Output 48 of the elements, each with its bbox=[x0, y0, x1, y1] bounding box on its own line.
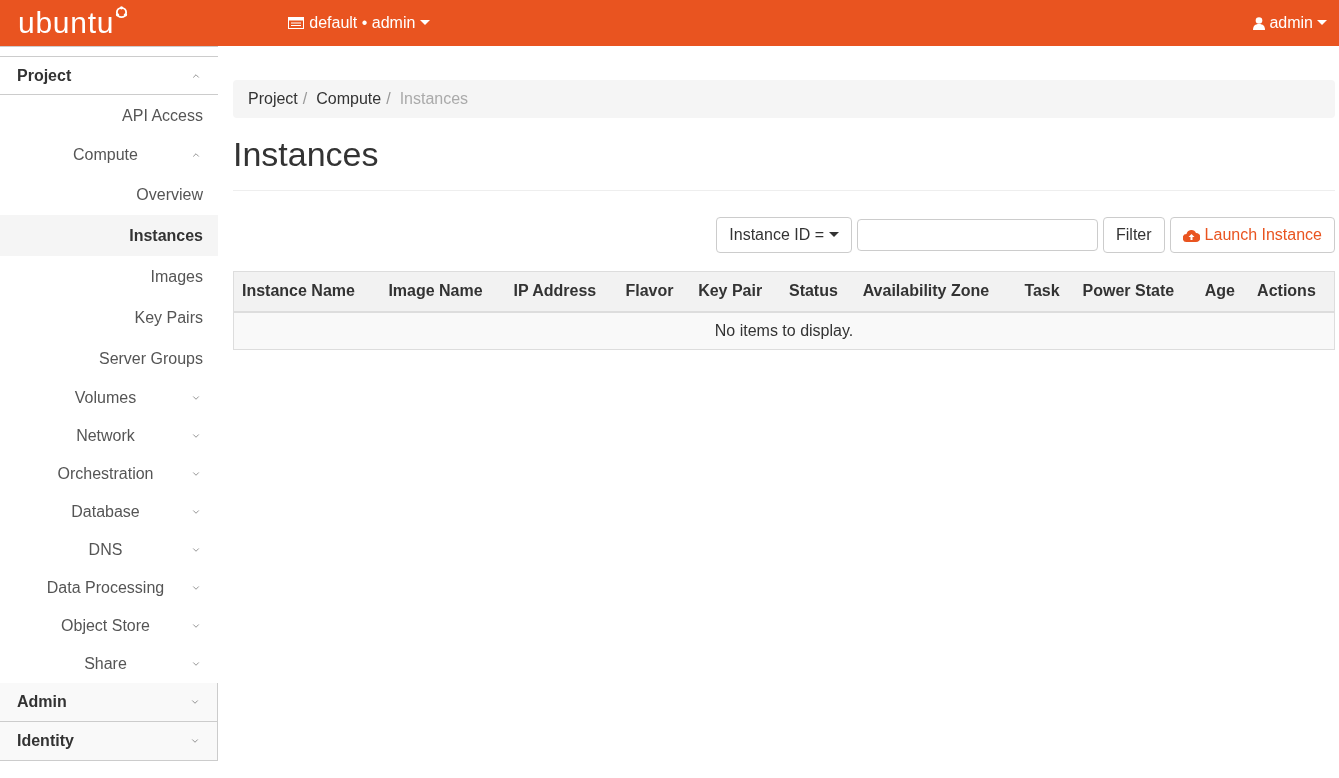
column-header[interactable]: Image Name bbox=[380, 271, 506, 312]
ubuntu-logo[interactable]: ubuntu bbox=[18, 8, 129, 38]
empty-message: No items to display. bbox=[714, 321, 854, 339]
caret-icon bbox=[1317, 20, 1327, 26]
column-header[interactable]: Availability Zone bbox=[854, 271, 1017, 312]
cloud-upload-icon bbox=[1182, 228, 1200, 242]
sidebar-link[interactable]: Key Pairs bbox=[0, 297, 218, 338]
filter-button[interactable]: Filter bbox=[1103, 217, 1165, 253]
sidebar-section-header[interactable]: Identity bbox=[0, 722, 218, 761]
breadcrumb-link[interactable]: Compute bbox=[312, 87, 382, 111]
sidebar-group[interactable]: Database bbox=[0, 493, 218, 531]
column-header[interactable]: Key Pair bbox=[690, 271, 781, 312]
column-header[interactable]: Instance Name bbox=[233, 271, 381, 312]
launch-instance-button[interactable]: Launch Instance bbox=[1169, 217, 1335, 253]
column-header[interactable]: Flavor bbox=[617, 271, 691, 312]
sidebar-section-header[interactable]: Admin bbox=[0, 683, 218, 722]
sidebar-group[interactable]: Orchestration bbox=[0, 455, 218, 493]
list-icon bbox=[288, 17, 305, 29]
filter-field-dropdown[interactable]: Instance ID = bbox=[716, 217, 852, 253]
sidebar-link[interactable]: Instances bbox=[0, 215, 218, 256]
user-icon bbox=[1253, 16, 1266, 30]
caret-icon bbox=[420, 20, 431, 26]
project-menu[interactable]: default • admin bbox=[288, 11, 431, 35]
column-header[interactable]: Age bbox=[1196, 271, 1250, 312]
sidebar-link[interactable]: API Access bbox=[0, 95, 218, 136]
sidebar-group[interactable]: Network bbox=[0, 417, 218, 455]
sidebar-group[interactable]: Compute bbox=[0, 136, 218, 174]
breadcrumb-link[interactable]: Project bbox=[248, 87, 298, 111]
sidebar-section-header[interactable]: Project bbox=[0, 56, 218, 95]
sidebar-link[interactable]: Images bbox=[0, 256, 218, 297]
sidebar-group[interactable]: Data Processing bbox=[0, 569, 218, 607]
sidebar-link[interactable]: Overview bbox=[0, 174, 218, 215]
column-header[interactable]: Task bbox=[1016, 271, 1075, 312]
sidebar-group[interactable]: DNS bbox=[0, 531, 218, 569]
caret-icon bbox=[829, 232, 839, 238]
sidebar-group[interactable]: Volumes bbox=[0, 379, 218, 417]
column-header[interactable]: Actions bbox=[1249, 271, 1335, 312]
sidebar-link[interactable]: Server Groups bbox=[0, 338, 218, 379]
column-header[interactable]: IP Address bbox=[505, 271, 618, 312]
sidebar-group[interactable]: Share bbox=[0, 645, 218, 683]
sidebar-group[interactable]: Object Store bbox=[0, 607, 218, 645]
column-header[interactable]: Status bbox=[780, 271, 855, 312]
page-title: Instances bbox=[233, 134, 380, 174]
user-menu[interactable]: admin bbox=[1253, 11, 1327, 35]
breadcrumb-separator: / bbox=[301, 89, 309, 109]
breadcrumb-separator: / bbox=[385, 89, 392, 109]
column-header[interactable]: Power State bbox=[1074, 271, 1197, 312]
filter-input[interactable] bbox=[857, 219, 1098, 251]
